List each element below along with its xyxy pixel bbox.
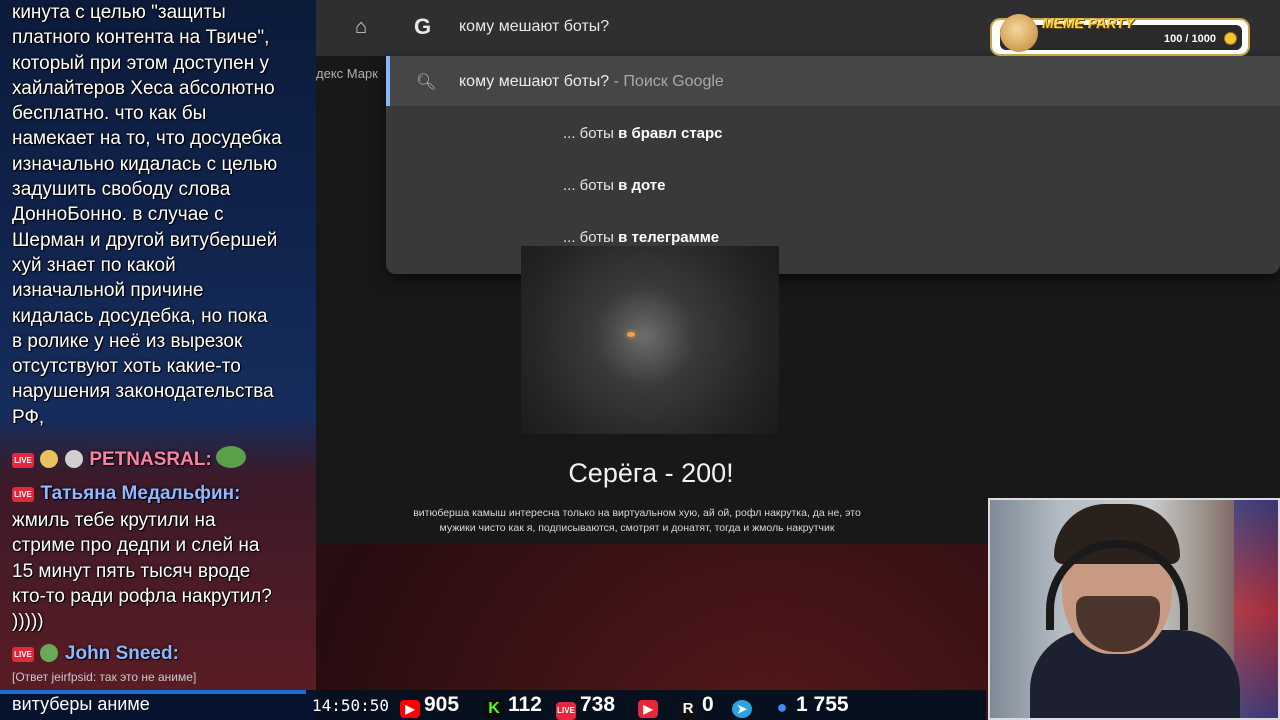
chat-line: отсутствуют хоть какие-то xyxy=(12,356,241,378)
suggestion-item[interactable]: ... боты в бравл старс xyxy=(563,125,723,142)
clock: 14:50:50 xyxy=(312,696,390,715)
youtube-count: 905 xyxy=(424,693,460,716)
suggestion-main-query: кому мешают боты? xyxy=(459,73,610,90)
search-icon: 🔍︎ xyxy=(416,74,437,91)
chat-line: платного контента на Твиче", xyxy=(12,27,270,49)
chat-line: намекает на то, что досудебка xyxy=(12,128,282,150)
emote-icon xyxy=(64,450,83,468)
webcam-feed xyxy=(988,498,1280,720)
suggestion-main-source: - Поиск Google xyxy=(613,73,724,90)
live-badge: LIVE xyxy=(12,487,34,502)
suggestion-main-text[interactable]: кому мешают боты? - Поиск Google xyxy=(459,73,724,91)
chat-line: кто-то ради рофла накрутил? xyxy=(12,585,272,607)
reply-reference: [Ответ jeirfpsid: так это не аниме] xyxy=(12,670,197,684)
suggestion-prefix: ... боты xyxy=(563,177,619,194)
pepe-emote-icon xyxy=(216,446,247,468)
rutube-stat: R0 xyxy=(678,692,714,718)
chat-line: бесплатно. что как бы xyxy=(12,103,207,125)
home-icon[interactable]: ⌂ xyxy=(350,16,372,38)
video-light-spot xyxy=(627,332,635,337)
chat-line: нарушения законодательства xyxy=(12,381,274,403)
video-title: Серёга - 200! xyxy=(568,458,734,488)
live-badge: LIVE xyxy=(12,647,34,662)
suggestion-bold: в телеграмме xyxy=(618,229,720,246)
chat-message: LIVE John Sneed: xyxy=(0,643,316,665)
rutube-icon: R xyxy=(678,700,698,718)
trophy-icon xyxy=(40,450,59,468)
viewers-stat: ● 1 755 xyxy=(772,692,849,718)
chat-line: в ролике у неё из вырезок xyxy=(12,330,243,352)
live-icon: LIVE xyxy=(556,702,576,720)
chat-message: LIVE PETNASRAL: xyxy=(0,446,316,471)
chat-line: хайлайтеров Хеса абсолютно xyxy=(12,77,275,99)
emote-icon xyxy=(40,644,59,662)
chat-message: кинута с целью "защиты платного контента… xyxy=(0,0,316,430)
chat-line: который при этом доступен у xyxy=(12,52,269,74)
coin-icon xyxy=(1224,32,1237,45)
chat-line: задушить свободу слова xyxy=(12,179,231,201)
kick-count: 112 xyxy=(508,693,542,716)
live-badge: LIVE xyxy=(12,453,34,468)
chat-line: изначальной причине xyxy=(12,280,204,302)
chat-line: кидалась досудебка, но пока xyxy=(12,305,268,327)
chat-line: кинута с целью "защиты xyxy=(12,2,226,23)
play-icon: ▶ xyxy=(638,700,658,718)
bookmark-item[interactable]: декс Марк xyxy=(316,66,378,81)
suggestion-bold: в бравл старс xyxy=(618,125,723,142)
meme-party-count: 100 / 1000 xyxy=(1164,33,1216,45)
viewers-count: 1 755 xyxy=(796,693,849,716)
stream-overlay: ⌂ G кому мешают боты? декс Марк 🔍︎ кому … xyxy=(0,0,1280,720)
chat-line: ))))) xyxy=(12,611,44,633)
chat-author[interactable]: John Sneed: xyxy=(65,643,179,664)
suggestion-item[interactable]: ... боты в доте xyxy=(563,177,665,194)
play-stat: ▶ xyxy=(638,692,662,718)
suggestion-prefix: ... боты xyxy=(563,229,619,246)
chat-author[interactable]: PETNASRAL: xyxy=(89,449,211,470)
omnibox-input[interactable]: кому мешают боты? xyxy=(459,18,609,36)
suggestion-item[interactable]: ... боты в телеграмме xyxy=(563,229,719,246)
suggestion-prefix: ... боты xyxy=(563,125,619,142)
chat-author[interactable]: Татьяна Медальфин: xyxy=(40,483,240,504)
chat-latest-message: витуберы аниме xyxy=(12,694,150,714)
doge-icon xyxy=(1000,14,1038,52)
google-g-icon: G xyxy=(414,14,432,39)
suggestion-bold: в доте xyxy=(618,177,666,194)
kick-stat: K 112 xyxy=(484,692,542,718)
youtube-stat: ▶ 905 xyxy=(400,692,459,718)
chat-message: LIVE Татьяна Медальфин: xyxy=(0,483,316,505)
video-thumbnail[interactable] xyxy=(521,246,779,434)
chat-message-body: жмиль тебе крутили на стриме про дедпи и… xyxy=(0,508,316,634)
chat-line: Шерман и другой витубершей xyxy=(12,229,278,251)
video-description: витюберша камыш интересна только на вирт… xyxy=(413,507,861,534)
chat-line: стриме про дедпи и слей на xyxy=(12,535,260,557)
chat-line: хуй знает по какой xyxy=(12,254,176,276)
telegram-stat: ➤ xyxy=(732,692,756,718)
chat-panel: кинута с целью "защиты платного контента… xyxy=(0,0,316,720)
flag-backdrop xyxy=(1234,500,1278,718)
chat-line: РФ, xyxy=(12,406,45,428)
meme-party-title: MEME PARTY xyxy=(1042,15,1135,31)
chat-line: жмиль тебе крутили на xyxy=(12,510,216,531)
kick-icon: K xyxy=(484,700,504,718)
chat-line: ДонноБонно. в случае с xyxy=(12,204,224,226)
telegram-icon: ➤ xyxy=(732,700,752,718)
live-count: 738 xyxy=(580,693,616,716)
chat-line: 15 минут пять тысяч вроде xyxy=(12,560,251,582)
rutube-count: 0 xyxy=(702,693,714,716)
youtube-icon: ▶ xyxy=(400,700,420,718)
live-stat: LIVE 738 xyxy=(556,692,616,720)
user-icon: ● xyxy=(776,697,788,717)
chat-line: изначально кидалась с целью xyxy=(12,153,278,175)
